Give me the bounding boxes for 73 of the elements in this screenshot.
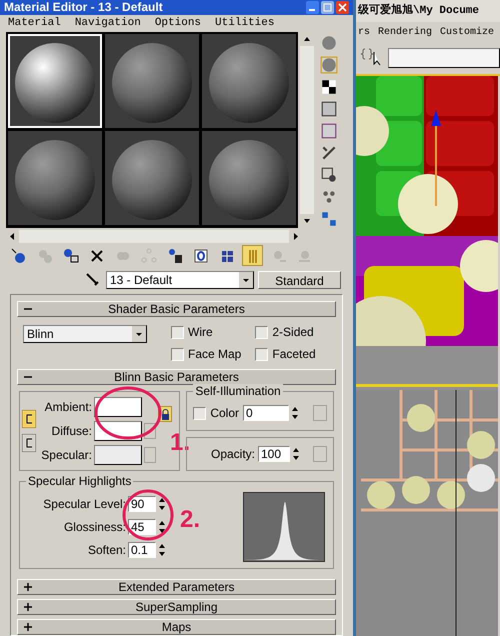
- checkbox[interactable]: [255, 326, 268, 339]
- tool-icon: [10, 246, 28, 265]
- rollout-header[interactable]: Shader Basic Parameters: [17, 301, 336, 318]
- lock-icon: [160, 408, 170, 420]
- menu-item[interactable]: Material: [8, 15, 61, 32]
- checkbox[interactable]: [171, 326, 184, 339]
- menu-item[interactable]: Options: [154, 15, 202, 32]
- checkbox-label: Wire: [188, 324, 213, 342]
- spinner-arrows-icon[interactable]: [158, 519, 166, 536]
- spinner-field[interactable]: 0.1: [128, 542, 156, 558]
- tool-icon: [140, 246, 158, 265]
- menu-item[interactable]: Customize: [440, 24, 494, 40]
- shader-dropdown[interactable]: Blinn: [23, 325, 147, 344]
- rollout-title: SuperSampling: [135, 599, 218, 616]
- material-name-dropdown[interactable]: 13 - Default: [106, 270, 254, 289]
- minimize-icon[interactable]: [306, 0, 319, 14]
- annotation-text: 2.: [180, 507, 200, 534]
- window-title: 级可爱旭旭\My Docume: [358, 2, 480, 19]
- color-label: Ambient:: [44, 399, 92, 416]
- checker-icon[interactable]: [320, 78, 338, 96]
- color-swatch[interactable]: [94, 397, 142, 418]
- param-label: Glossiness:: [62, 519, 126, 536]
- checkbox[interactable]: [193, 406, 206, 420]
- rollout-header[interactable]: Maps: [17, 619, 336, 636]
- param-label: Soften:: [86, 542, 126, 560]
- square-icon[interactable]: [320, 100, 338, 118]
- checkbox-label: Faceted: [272, 346, 316, 364]
- checkbox[interactable]: [255, 348, 268, 361]
- window-title: Material Editor - 13 - Default: [4, 0, 163, 14]
- annotation-text: 1.: [170, 430, 190, 456]
- selection-dropdown[interactable]: [388, 48, 500, 68]
- opacity-label: Opacity:: [210, 446, 255, 464]
- tool-icon: [192, 246, 210, 265]
- squares-icon[interactable]: [320, 210, 338, 228]
- material-type-button[interactable]: Standard: [258, 270, 341, 289]
- square-icon[interactable]: [320, 122, 338, 140]
- rollout-title: Blinn Basic Parameters: [114, 369, 239, 386]
- spinner-field[interactable]: 100: [258, 446, 290, 462]
- maximize-icon[interactable]: [321, 0, 334, 14]
- close-icon[interactable]: [336, 0, 349, 14]
- box-icon[interactable]: [320, 166, 338, 184]
- param-label: Specular Level:: [42, 496, 126, 514]
- spinner-field[interactable]: 90: [128, 496, 156, 512]
- color-label: Specular:: [40, 447, 92, 464]
- rollout-header[interactable]: Extended Parameters: [17, 579, 336, 596]
- checkbox-label: 2-Sided: [272, 324, 314, 342]
- checkbox-label: Face Map: [188, 346, 242, 364]
- annotation-circle: [94, 386, 162, 440]
- color-swatch[interactable]: [94, 445, 142, 466]
- menu-item[interactable]: rs: [358, 24, 370, 40]
- rollout-title: Shader Basic Parameters: [108, 301, 245, 318]
- group-title: Self-Illumination: [193, 384, 283, 398]
- spinner-arrows-icon[interactable]: [158, 542, 166, 558]
- rollout-title: Extended Parameters: [118, 579, 235, 596]
- spinner-arrows-icon[interactable]: [158, 496, 166, 512]
- checkbox[interactable]: [171, 348, 184, 361]
- spinner-field[interactable]: 0: [243, 405, 289, 422]
- group-title: Specular Highlights: [26, 474, 134, 488]
- map-button-icon[interactable]: [22, 434, 36, 452]
- menu-item[interactable]: Navigation: [74, 15, 141, 32]
- spinner-field[interactable]: 45: [128, 519, 156, 536]
- spinner-arrows-icon[interactable]: [291, 405, 299, 422]
- menu-item[interactable]: Utilities: [215, 15, 274, 32]
- rollout-header[interactable]: SuperSampling: [17, 599, 336, 616]
- menu-item[interactable]: Rendering: [378, 24, 432, 40]
- rollout-header[interactable]: Blinn Basic Parameters: [17, 369, 336, 386]
- tool-icon: [62, 246, 80, 265]
- spinner-arrows-icon[interactable]: [292, 446, 300, 462]
- rollout-title: Maps: [162, 619, 192, 636]
- sphere-icon[interactable]: [320, 34, 338, 52]
- color-label: Diffuse:: [50, 423, 92, 440]
- map-button-icon[interactable]: [22, 410, 36, 428]
- checkbox-label: Color: [210, 405, 239, 422]
